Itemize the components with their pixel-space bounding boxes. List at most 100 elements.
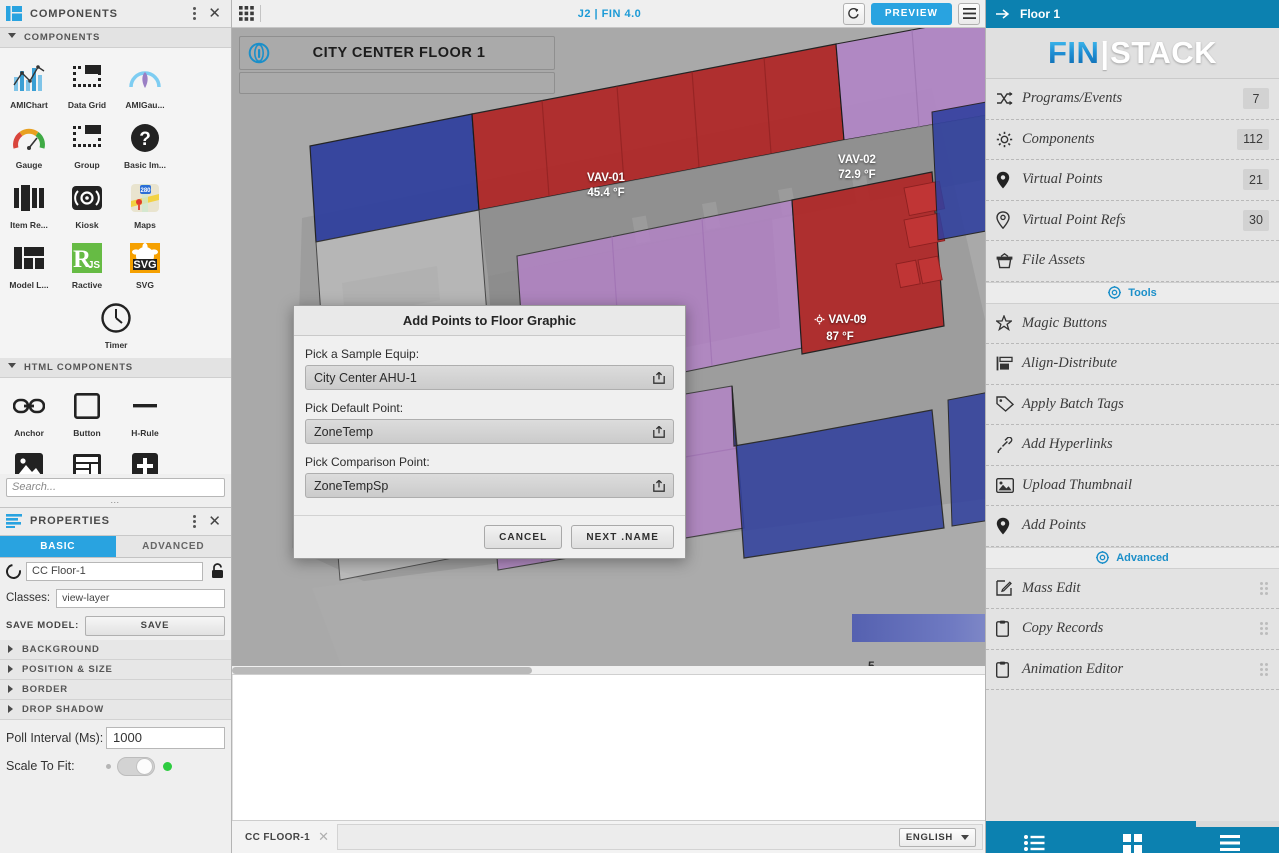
svg-text:?: ? xyxy=(139,129,151,150)
info-icon[interactable] xyxy=(246,40,272,66)
html-component-plus[interactable] xyxy=(116,442,174,474)
component-model-loader[interactable]: Model L... xyxy=(0,234,58,294)
sidebar-item-file-assets[interactable]: File Assets xyxy=(986,241,1279,282)
accordion-border[interactable]: BORDER xyxy=(0,679,231,700)
component-gauge[interactable]: Gauge xyxy=(0,114,58,174)
tool-add-hyperlinks[interactable]: Add Hyperlinks xyxy=(986,425,1279,466)
lock-icon[interactable] xyxy=(209,563,225,579)
dialog-footer: CANCEL NEXT .NAME xyxy=(294,515,685,558)
drag-handle-icon[interactable] xyxy=(1260,622,1269,636)
tab-basic[interactable]: BASIC xyxy=(0,535,116,557)
tool-add-points[interactable]: Add Points xyxy=(986,506,1279,547)
menu-button[interactable] xyxy=(958,2,980,25)
accordion-drop-shadow[interactable]: DROP SHADOW xyxy=(0,699,231,720)
components-panel-header: COMPONENTS ✕ xyxy=(0,0,231,28)
refresh-button[interactable] xyxy=(842,2,865,25)
accordion-background[interactable]: BACKGROUND xyxy=(0,639,231,660)
floor-title-box[interactable]: CITY CENTER FLOOR 1 xyxy=(239,36,555,70)
object-name-input[interactable]: CC Floor-1 xyxy=(26,561,203,581)
component-data-grid[interactable]: Data Grid xyxy=(58,54,116,114)
component-amigauge[interactable]: AMIGau... xyxy=(116,54,174,114)
scale-to-fit-row: Scale To Fit: xyxy=(0,751,231,782)
component-label: Data Grid xyxy=(67,100,107,110)
component-timer[interactable]: Timer xyxy=(87,294,145,354)
tool-upload-thumbnail[interactable]: Upload Thumbnail xyxy=(986,465,1279,506)
sidebar-item-count: 112 xyxy=(1237,128,1269,150)
advanced-label-item: Copy Records xyxy=(1022,620,1104,637)
search-input[interactable] xyxy=(6,477,225,497)
advanced-section-header[interactable]: Advanced xyxy=(986,546,1279,569)
preview-button[interactable]: PREVIEW xyxy=(870,2,952,25)
sidebar-item-virtual-point-refs[interactable]: Virtual Point Refs 30 xyxy=(986,200,1279,241)
html-component-image[interactable]: Image xyxy=(0,442,58,474)
scrollbar-thumb[interactable] xyxy=(232,667,532,674)
html-component-anchor[interactable]: Anchor xyxy=(0,382,58,442)
poll-interval-label: Poll Interval (Ms): xyxy=(6,730,104,745)
nav-navigation[interactable]: Navigation xyxy=(986,827,1084,853)
default-point-picker[interactable]: ZoneTemp xyxy=(305,419,674,444)
sidebar-item-programs-events[interactable]: Programs/Events 7 xyxy=(986,79,1279,120)
panel-resize-handle[interactable]: ⋯ xyxy=(0,497,231,508)
scrollbar-thumb[interactable] xyxy=(986,821,1196,827)
component-label: Gauge xyxy=(15,160,43,170)
save-button[interactable]: SAVE xyxy=(84,615,225,636)
cancel-button[interactable]: CANCEL xyxy=(484,525,563,549)
advanced-mass-edit[interactable]: Mass Edit xyxy=(986,568,1279,609)
canvas-horizontal-scrollbar[interactable] xyxy=(232,666,987,675)
sidebar-item-components[interactable]: Components 112 xyxy=(986,119,1279,160)
sidebar-horizontal-scrollbar[interactable] xyxy=(986,821,1279,827)
tool-label: Magic Buttons xyxy=(1022,314,1107,331)
drag-handle-icon[interactable] xyxy=(1260,581,1269,595)
comparison-point-picker[interactable]: ZoneTempSp xyxy=(305,473,674,498)
floor-subtitle-box[interactable] xyxy=(239,72,555,94)
poll-interval-input[interactable]: 1000 xyxy=(106,726,225,749)
more-options-icon[interactable] xyxy=(193,514,197,528)
tab-cc-floor-1[interactable]: CC FLOOR-1 ✕ xyxy=(232,821,335,853)
component-maps[interactable]: 280 Maps xyxy=(116,174,174,234)
component-kiosk[interactable]: Kiosk xyxy=(58,174,116,234)
advanced-animation-editor[interactable]: Animation Editor xyxy=(986,649,1279,690)
chevron-down-icon xyxy=(8,33,16,42)
more-options-icon[interactable] xyxy=(193,7,197,20)
tool-align-distribute[interactable]: Align-Distribute xyxy=(986,344,1279,385)
component-svg[interactable]: SVG SVG xyxy=(116,234,174,294)
app-grid-icon[interactable] xyxy=(232,0,260,28)
nav-menu[interactable]: Menu xyxy=(1181,827,1279,853)
close-icon[interactable]: ✕ xyxy=(318,830,329,845)
component-ractive[interactable]: R JS Ractive xyxy=(58,234,116,294)
advanced-copy-records[interactable]: Copy Records xyxy=(986,609,1279,650)
component-item-renderer[interactable]: Item Re... xyxy=(0,174,58,234)
next-button[interactable]: NEXT .NAME xyxy=(571,525,674,549)
component-basic-image[interactable]: ? Basic Im... xyxy=(116,114,174,174)
tool-magic-buttons[interactable]: Magic Buttons xyxy=(986,303,1279,344)
close-icon[interactable]: ✕ xyxy=(208,6,221,21)
drag-handle-icon[interactable] xyxy=(1260,662,1269,676)
component-amichart[interactable]: AMIChart xyxy=(0,54,58,114)
accordion-position-size[interactable]: POSITION & SIZE xyxy=(0,659,231,680)
language-selector[interactable]: ENGLISH xyxy=(898,827,976,847)
component-group[interactable]: Group xyxy=(58,114,116,174)
component-label: Group xyxy=(74,160,100,170)
panel-title: PROPERTIES xyxy=(30,515,110,527)
tools-section-header[interactable]: Tools xyxy=(986,281,1279,304)
zone-name: VAV-02 xyxy=(838,154,876,166)
component-label: SVG xyxy=(136,280,154,290)
apps-icon xyxy=(1123,833,1142,853)
sample-equip-picker[interactable]: City Center AHU-1 xyxy=(305,365,674,390)
close-icon[interactable]: ✕ xyxy=(208,513,221,529)
tools-label: Tools xyxy=(1128,286,1157,299)
arrow-right-icon[interactable] xyxy=(996,8,1011,20)
html-component-button[interactable]: Button xyxy=(58,382,116,442)
html-component-layout[interactable] xyxy=(58,442,116,474)
section-components[interactable]: COMPONENTS xyxy=(0,28,231,48)
html-component-hrule[interactable]: H-Rule xyxy=(116,382,174,442)
tool-apply-batch-tags[interactable]: Apply Batch Tags xyxy=(986,384,1279,425)
amigauge-icon xyxy=(127,60,163,96)
classes-input[interactable]: view-layer xyxy=(56,588,225,608)
accordion-label: BORDER xyxy=(22,683,68,695)
nav-mini-app[interactable]: Mini App xyxy=(1084,827,1182,853)
tab-advanced[interactable]: ADVANCED xyxy=(116,536,232,557)
section-html-components[interactable]: HTML COMPONENTS xyxy=(0,358,231,378)
scale-to-fit-toggle[interactable] xyxy=(117,756,155,776)
sidebar-item-virtual-points[interactable]: Virtual Points 21 xyxy=(986,160,1279,201)
